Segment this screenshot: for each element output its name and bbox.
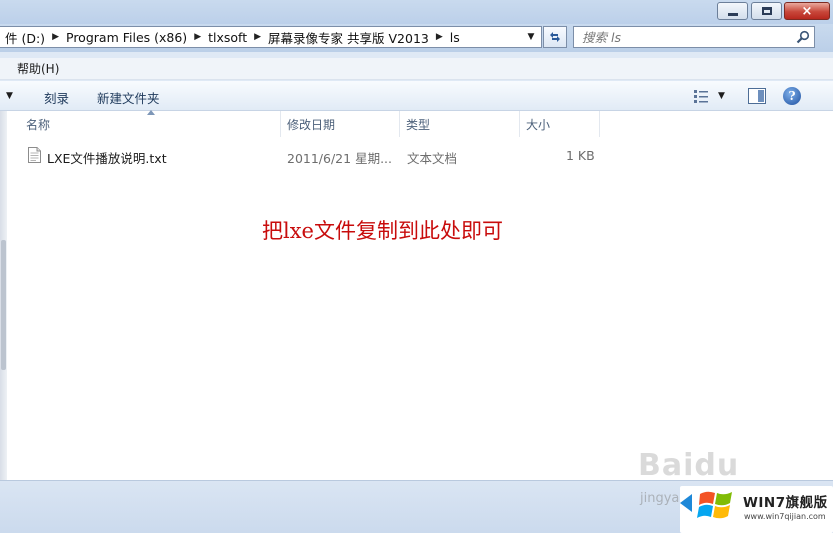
toolbar-dropdown-icon[interactable]: ▼ [6, 91, 13, 101]
burn-button[interactable]: 刻录 [44, 88, 69, 107]
breadcrumb-tlxsoft[interactable]: tlxsoft [205, 30, 250, 45]
breadcrumb-drive[interactable]: 件 (D:) [2, 28, 48, 47]
breadcrumb-separator-icon[interactable]: ▶ [48, 32, 63, 42]
search-icon[interactable] [796, 30, 810, 44]
preview-pane-icon[interactable] [748, 88, 766, 104]
close-icon: × [801, 3, 813, 19]
windows-logo-icon [697, 491, 732, 519]
minimize-icon [727, 12, 738, 16]
breadcrumb-ls[interactable]: ls [447, 30, 463, 45]
column-header-type[interactable]: 类型 [400, 111, 520, 137]
minimize-button[interactable] [717, 2, 748, 20]
breadcrumb-separator-icon[interactable]: ▶ [250, 32, 265, 42]
file-type: 文本文档 [407, 151, 458, 166]
menu-help[interactable]: 帮助(H) [15, 60, 61, 77]
win7-arrow-icon [680, 494, 692, 512]
breadcrumb-app-folder[interactable]: 屏幕录像专家 共享版 V2013 [265, 28, 432, 47]
maximize-button[interactable] [751, 2, 782, 20]
view-options-icon[interactable] [694, 89, 710, 103]
text-file-icon [28, 147, 41, 163]
file-name: LXE文件播放说明.txt [47, 151, 167, 166]
breadcrumb-separator-icon[interactable]: ▶ [432, 32, 447, 42]
title-bar: × [0, 0, 833, 24]
view-dropdown-icon[interactable]: ▼ [718, 91, 725, 101]
address-row: 件 (D:) ▶ Program Files (x86) ▶ tlxsoft ▶… [0, 24, 833, 52]
address-dropdown-icon[interactable]: ▼ [522, 27, 540, 47]
breadcrumb-separator-icon[interactable]: ▶ [190, 32, 205, 42]
table-row[interactable]: LXE文件播放说明.txt 2011/6/21 星期... 文本文档 1 KB [20, 143, 610, 167]
navigation-scrollbar[interactable] [1, 240, 6, 370]
breadcrumb-program-files[interactable]: Program Files (x86) [63, 30, 190, 45]
file-date: 2011/6/21 星期... [287, 151, 392, 166]
menu-bar: 帮助(H) [0, 58, 833, 80]
instruction-annotation: 把lxe文件复制到此处即可 [262, 219, 503, 243]
column-header-date[interactable]: 修改日期 [281, 111, 400, 137]
new-folder-button[interactable]: 新建文件夹 [97, 88, 160, 107]
search-box[interactable] [573, 26, 815, 48]
address-bar[interactable]: 件 (D:) ▶ Program Files (x86) ▶ tlxsoft ▶… [0, 26, 542, 48]
win7-url: www.win7qijian.com [744, 512, 826, 521]
close-button[interactable]: × [784, 2, 830, 20]
help-icon[interactable]: ? [783, 87, 801, 105]
column-header-size[interactable]: 大小 [520, 111, 600, 137]
refresh-icon [550, 32, 560, 42]
refresh-button[interactable] [543, 26, 567, 48]
win7-title: WIN7旗舰版 [743, 495, 828, 511]
baidu-watermark: Baidu [638, 448, 740, 483]
command-toolbar: ▼ 刻录 新建文件夹 ▼ ? [0, 81, 833, 111]
sort-ascending-icon [147, 110, 155, 115]
search-input[interactable] [582, 29, 787, 45]
maximize-icon [761, 7, 772, 15]
file-size: 1 KB [566, 148, 595, 163]
